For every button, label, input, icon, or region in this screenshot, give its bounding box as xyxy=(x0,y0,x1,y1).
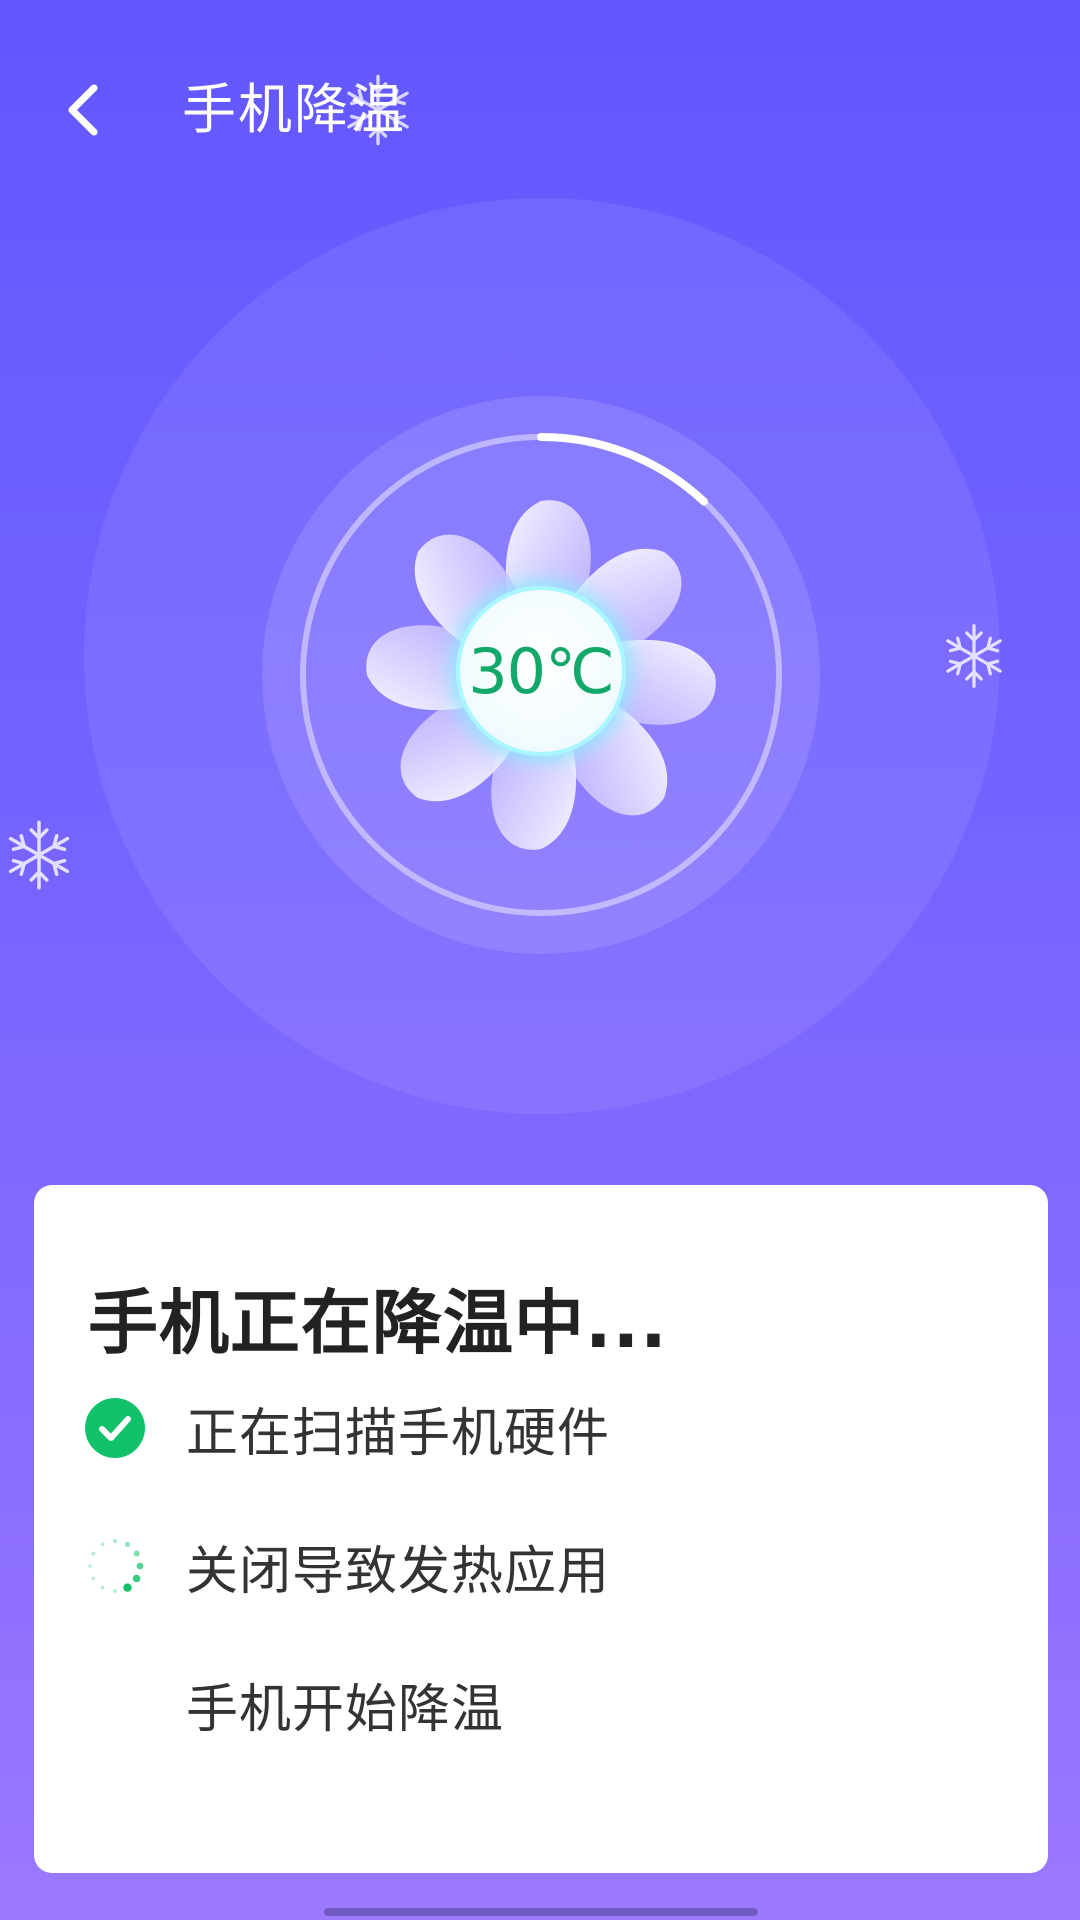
step-icon-placeholder xyxy=(82,1671,148,1737)
chevron-left-icon xyxy=(68,84,98,136)
step-label: 正在扫描手机硬件 xyxy=(186,1403,611,1464)
temperature-value: 30℃ xyxy=(468,634,615,708)
snowflake-icon xyxy=(8,820,70,890)
home-indicator[interactable] xyxy=(324,1908,758,1916)
step-scan-hardware: 正在扫描手机硬件 xyxy=(82,1393,611,1464)
check-circle-icon xyxy=(82,1395,148,1461)
snowflake-icon xyxy=(946,624,1002,688)
snowflake-icon xyxy=(347,74,409,146)
cooling-status-card: 手机正在降温中... 正在扫描手机硬件 关闭导致发热应用 手机开始降温 xyxy=(34,1185,1048,1873)
back-button[interactable] xyxy=(52,70,116,150)
step-label: 手机开始降温 xyxy=(186,1679,505,1740)
temperature-badge: 30℃ xyxy=(456,586,626,756)
loading-spinner-icon xyxy=(82,1533,148,1599)
phone-cooling-screen: 手机降温 30℃ 手机正在降温中... 正在扫描手机硬件 关闭导致发热应用 手机… xyxy=(0,0,1080,1920)
step-start-cooling: 手机开始降温 xyxy=(82,1669,505,1740)
step-close-hot-apps: 关闭导致发热应用 xyxy=(82,1531,611,1602)
top-bar: 手机降温 xyxy=(0,0,1080,220)
step-label: 关闭导致发热应用 xyxy=(186,1541,611,1602)
cooling-status-title: 手机正在降温中... xyxy=(88,1282,668,1364)
